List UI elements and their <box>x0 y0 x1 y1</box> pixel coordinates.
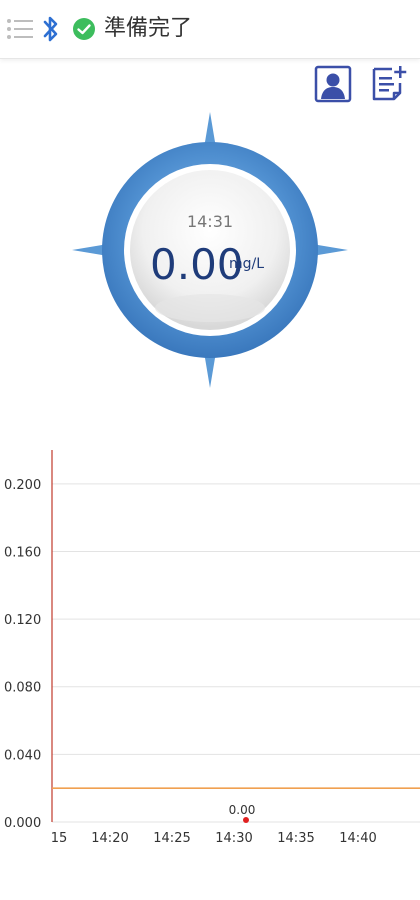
data-point-label: 0.00 <box>229 803 256 817</box>
x-tick-label: 14:35 <box>277 831 314 846</box>
x-tick-label: 14:30 <box>215 831 252 846</box>
profile-icon[interactable] <box>314 65 352 103</box>
y-tick-label: 0.080 <box>4 681 41 696</box>
status-text: 準備完了 <box>104 16 193 41</box>
data-point <box>243 817 249 823</box>
notes-add-icon[interactable] <box>370 63 408 103</box>
x-tick-label: 14:25 <box>153 831 190 846</box>
bluetooth-icon[interactable] <box>40 15 62 43</box>
status-bar: 準備完了 <box>0 0 420 59</box>
x-tick-label: 15 <box>51 831 68 846</box>
gauge-unit: mg/L <box>229 256 265 272</box>
gauge-time: 14:31 <box>186 212 234 231</box>
y-tick-label: 0.160 <box>4 545 41 560</box>
y-tick-label: 0.040 <box>4 748 41 763</box>
check-circle-icon <box>73 18 95 40</box>
x-tick-label: 14:40 <box>339 831 376 846</box>
x-tick-label: 14:20 <box>91 831 128 846</box>
history-chart: 0.200 0.160 0.120 0.080 0.040 0.000 15 14:20 14:… <box>4 450 420 846</box>
y-tick-label: 0.120 <box>4 613 41 628</box>
y-tick-label: 0.000 <box>4 816 41 831</box>
y-tick-label: 0.200 <box>4 478 41 493</box>
menu-icon[interactable] <box>6 18 34 40</box>
